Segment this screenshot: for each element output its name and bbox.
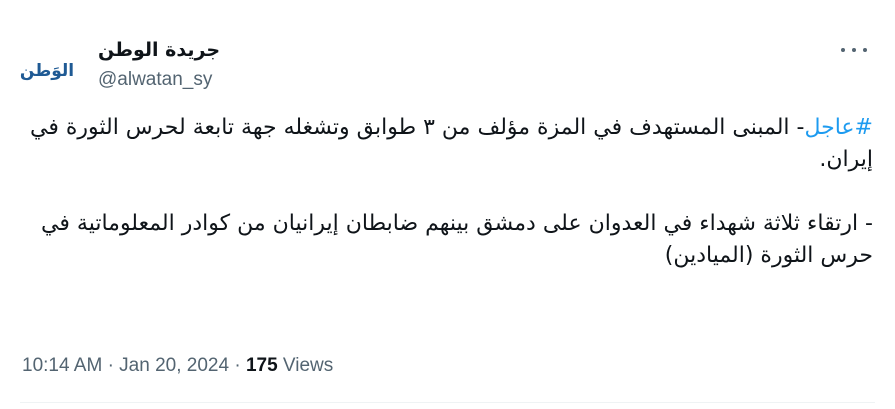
tweet-paragraph-1: #عاجل- المبنى المستهدف في المزة مؤلف من …: [24, 112, 873, 176]
avatar[interactable]: الوَطن: [18, 40, 76, 98]
more-horizontal-icon-dot: [852, 48, 856, 52]
meta-separator: ·: [234, 355, 241, 376]
views-count: 175: [245, 355, 278, 376]
views-label: Views: [282, 355, 334, 376]
hashtag-link[interactable]: #عاجل: [804, 115, 873, 140]
tweet-paragraph-2: - ارتقاء ثلاثة شهداء في العدوان على دمشق…: [41, 211, 873, 268]
tweet-time[interactable]: 10:14 AM: [22, 355, 102, 376]
tweet-card: الوَطن جريدة الوطن @alwatan_sy #عاجل- ال…: [0, 0, 895, 409]
alwatan-logo: الوَطن: [20, 61, 74, 81]
more-horizontal-icon-dot: [863, 48, 867, 52]
author-handle[interactable]: @alwatan_sy: [98, 68, 220, 92]
more-horizontal-icon: [841, 48, 845, 52]
tweet-date[interactable]: Jan 20, 2024: [119, 355, 229, 376]
tweet-meta: 10:14 AM · Jan 20, 2024 · 175 Views: [22, 355, 333, 377]
avatar-logo-text: الوَطن: [20, 61, 74, 81]
divider: [20, 402, 875, 403]
more-options-button[interactable]: [841, 40, 867, 60]
tweet-text: #عاجل- المبنى المستهدف في المزة مؤلف من …: [24, 112, 873, 272]
author-display-name[interactable]: جريدة الوطن: [98, 38, 220, 62]
author-block: جريدة الوطن @alwatan_sy: [98, 38, 220, 92]
tweet-line-1: - المبنى المستهدف في المزة مؤلف من ٣ طوا…: [30, 115, 873, 172]
meta-separator: ·: [107, 355, 114, 376]
